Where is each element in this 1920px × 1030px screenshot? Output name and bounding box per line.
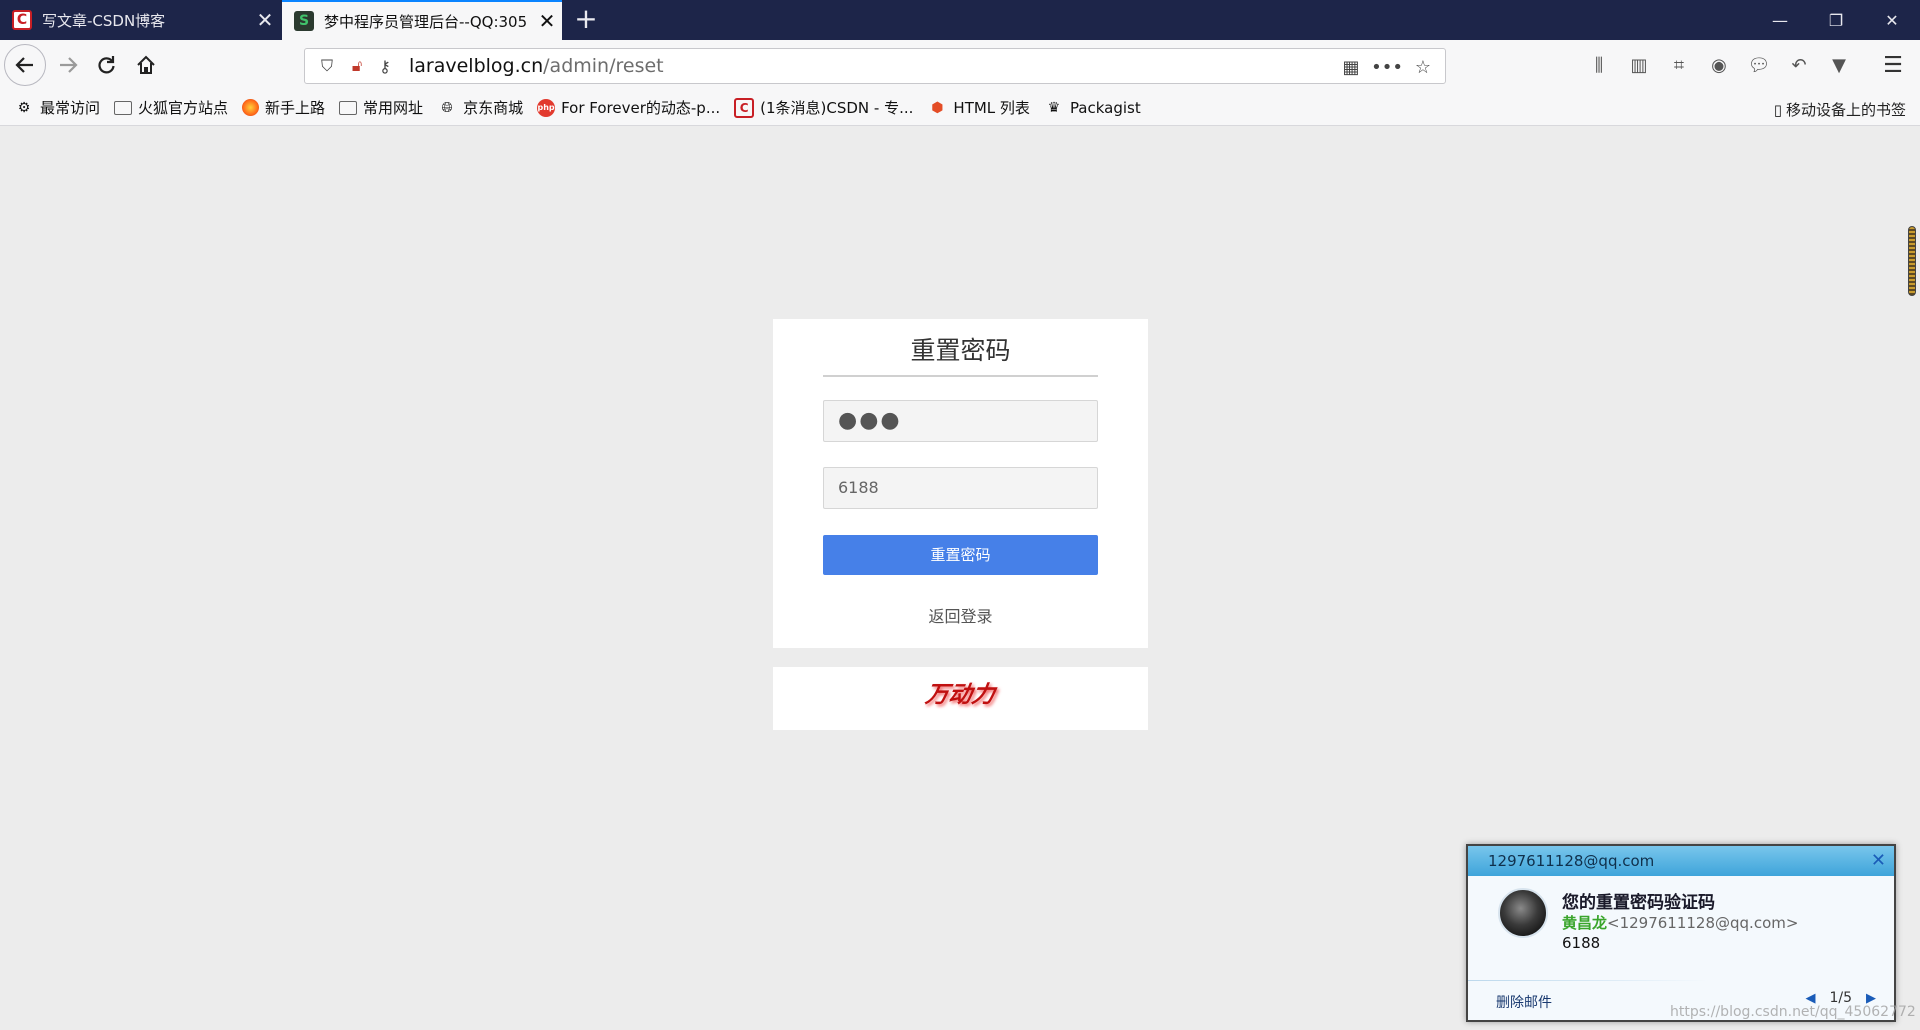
globe-icon: 🌐︎: [441, 99, 453, 116]
bookmark-most-visited[interactable]: ⚙ 最常访问: [14, 97, 100, 118]
minimize-icon[interactable]: —: [1752, 0, 1808, 40]
bookmark-common-sites[interactable]: 常用网址: [339, 97, 423, 118]
chat-bubble-icon[interactable]: 💬︎: [1744, 50, 1774, 80]
site-favicon-icon: S: [294, 11, 314, 31]
watermark: https://blog.csdn.net/qq_45062772: [1670, 1004, 1916, 1020]
undo-icon[interactable]: ↶: [1784, 50, 1814, 80]
bookmark-packagist[interactable]: ♛ Packagist: [1044, 99, 1141, 117]
qr-code-icon[interactable]: ▦: [1337, 53, 1365, 81]
mail-body: 6188: [1562, 934, 1601, 952]
bookmark-getting-started[interactable]: 新手上路: [242, 97, 325, 118]
folder-icon: [339, 100, 358, 115]
bookmarks-toolbar: ⚙ 最常访问 火狐官方站点 新手上路 常用网址 🌐︎ 京东商城 php For …: [0, 90, 1920, 126]
scrollbar-thumb[interactable]: [1908, 226, 1916, 296]
close-tab-icon[interactable]: ✕: [532, 9, 562, 33]
hamburger-menu-icon[interactable]: ☰: [1876, 50, 1910, 80]
tab-csdn[interactable]: C 写文章-CSDN博客 ✕: [0, 0, 280, 40]
close-tab-icon[interactable]: ✕: [250, 8, 280, 32]
mail-subject[interactable]: 您的重置密码验证码: [1562, 888, 1715, 913]
notification-header: 1297611128@qq.com ✕: [1468, 846, 1894, 876]
account-icon[interactable]: ◉: [1704, 50, 1734, 80]
bookmark-forever-php[interactable]: php For Forever的动态-p...: [537, 97, 720, 118]
home-button[interactable]: [128, 47, 164, 83]
reload-button[interactable]: [88, 47, 124, 83]
bookmark-jd[interactable]: 🌐︎ 京东商城: [437, 97, 523, 118]
bookmark-csdn[interactable]: C (1条消息)CSDN - 专...: [734, 97, 913, 118]
forward-button[interactable]: [50, 47, 86, 83]
close-notification-icon[interactable]: ✕: [1871, 846, 1886, 876]
folder-icon: [114, 100, 133, 115]
page-actions-icon[interactable]: •••: [1371, 53, 1403, 81]
mail-sender: 黄昌龙<1297611128@qq.com>: [1562, 912, 1798, 933]
gear-icon: ⚙: [17, 99, 31, 116]
back-arrow-icon: [15, 57, 33, 73]
reload-icon: [98, 56, 115, 74]
html5-icon: ⬢: [931, 99, 944, 116]
new-tab-button[interactable]: +: [570, 4, 602, 36]
sidebar-icon[interactable]: ▥: [1624, 50, 1654, 80]
bookmark-html-list[interactable]: ⬢ HTML 列表: [927, 97, 1030, 118]
delete-mail-link[interactable]: 删除邮件: [1496, 992, 1552, 1012]
mobile-device-icon: ▯: [1773, 100, 1782, 119]
library-icon[interactable]: ⫼: [1584, 50, 1614, 80]
firefox-icon: [242, 99, 260, 116]
shield-icon[interactable]: ⛉: [313, 52, 341, 80]
restore-icon[interactable]: ❐: [1808, 0, 1864, 40]
reset-password-card: 重置密码 ●●● 6188 重置密码 返回登录: [773, 319, 1148, 648]
php-icon: php: [537, 98, 556, 117]
avatar: [1498, 888, 1548, 938]
bookmark-firefox-sites[interactable]: 火狐官方站点: [114, 97, 228, 118]
sender-name: 黄昌龙: [1562, 914, 1608, 932]
page-title: 重置密码: [823, 335, 1098, 377]
forward-arrow-icon: [60, 57, 78, 73]
close-window-icon[interactable]: ✕: [1864, 0, 1920, 40]
bookmark-star-icon[interactable]: ☆: [1409, 53, 1437, 81]
vue-devtools-icon[interactable]: ▼: [1824, 50, 1854, 80]
csdn-icon: C: [734, 97, 755, 118]
address-bar[interactable]: ⛉ 🔓︎ ⚷ laravelblog.cn/admin/reset ▦ ••• …: [304, 48, 1446, 84]
csdn-favicon-icon: C: [12, 10, 32, 30]
home-icon: [137, 55, 155, 74]
verification-code-field[interactable]: 6188: [823, 467, 1098, 509]
tab-title: 写文章-CSDN博客: [42, 11, 166, 30]
tab-title: 梦中程序员管理后台--QQ:305: [324, 12, 528, 31]
navigation-toolbar: ⛉ 🔓︎ ⚷ laravelblog.cn/admin/reset ▦ ••• …: [0, 40, 1920, 90]
footer-card: 万动力: [773, 667, 1148, 730]
reset-password-button[interactable]: 重置密码: [823, 535, 1098, 575]
tab-strip: C 写文章-CSDN博客 ✕ S 梦中程序员管理后台--QQ:305 ✕ + —…: [0, 0, 1920, 40]
key-icon[interactable]: ⚷: [371, 52, 399, 80]
divider: [1468, 980, 1708, 981]
notification-account: 1297611128@qq.com: [1488, 852, 1655, 870]
mobile-bookmarks[interactable]: ▯ 移动设备上的书签: [1774, 99, 1906, 120]
tab-admin[interactable]: S 梦中程序员管理后台--QQ:305 ✕: [282, 0, 562, 40]
insecure-connection-icon[interactable]: 🔓︎: [343, 52, 371, 80]
mail-notification-popup: 1297611128@qq.com ✕ 您的重置密码验证码 黄昌龙<129761…: [1466, 844, 1896, 1022]
new-password-field[interactable]: ●●●: [823, 400, 1098, 442]
packagist-icon: ♛: [1047, 99, 1061, 116]
back-to-login-link[interactable]: 返回登录: [773, 603, 1148, 627]
brand-logo: 万动力: [923, 682, 997, 708]
back-button[interactable]: [4, 44, 46, 86]
screenshot-crop-icon[interactable]: ⌗: [1664, 50, 1694, 80]
url-text[interactable]: laravelblog.cn/admin/reset: [409, 55, 664, 77]
sender-email: <1297611128@qq.com>: [1607, 914, 1799, 932]
